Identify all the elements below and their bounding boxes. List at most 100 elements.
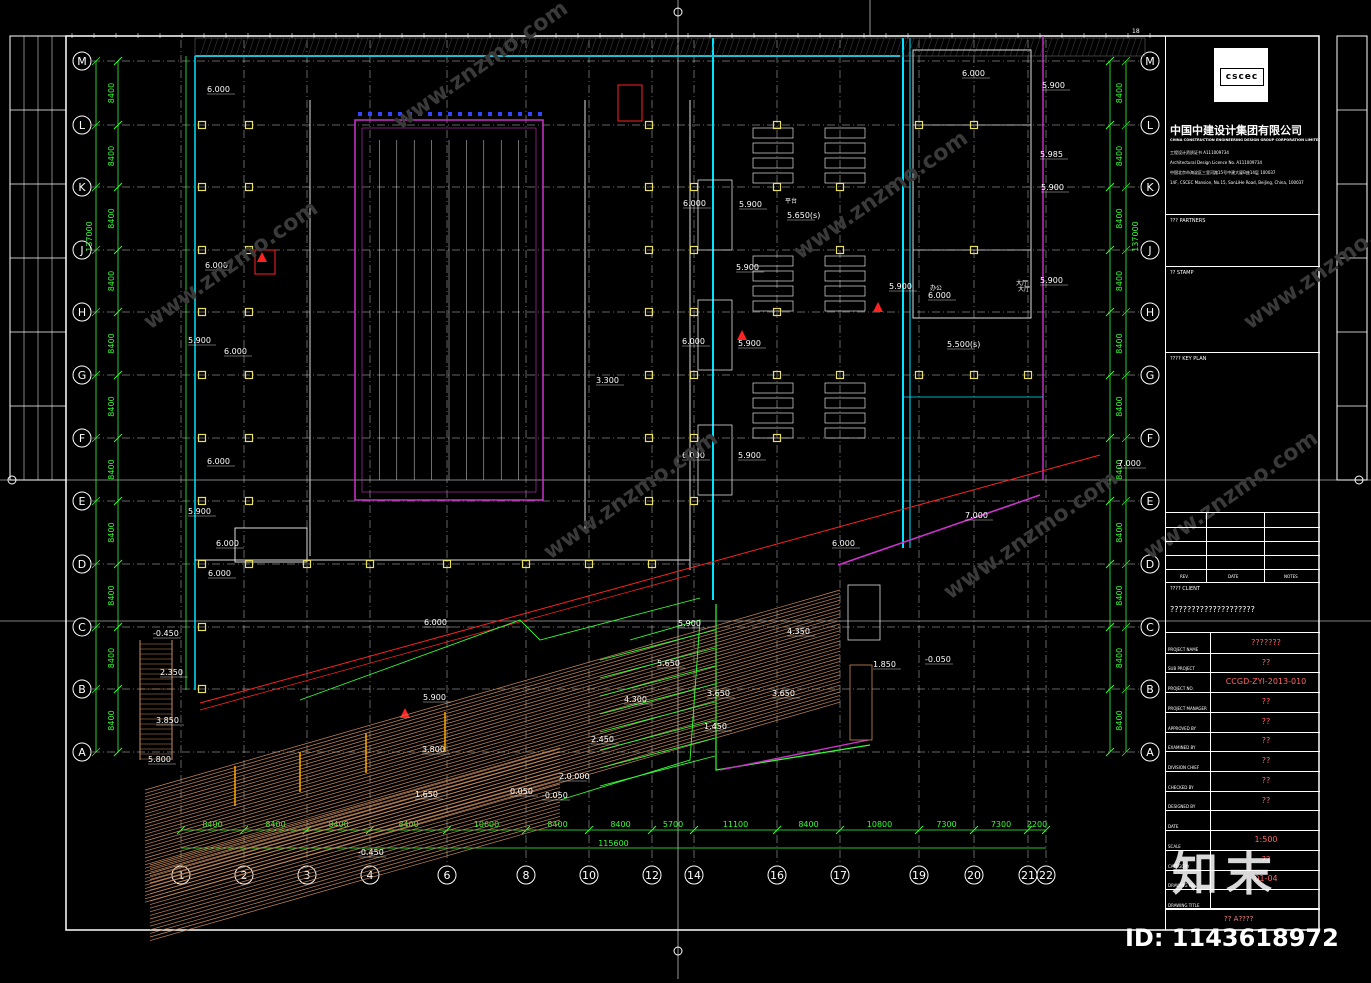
parking-stall [824,172,866,184]
terrace-step [144,627,841,828]
title-block-row-label: SUB PROJECT [1168,666,1195,672]
title-block-row-divider [1210,751,1211,771]
elevation-label: 5.900 [678,619,701,628]
hatch [973,37,981,57]
hatch [811,37,819,57]
title-block-row: APPROVED BY?? [1166,711,1320,733]
grid-label-row: H [78,306,86,319]
title-block-row-label: DIVISION CHIEF [1168,764,1200,770]
parking-stall [752,255,794,267]
hatch [259,37,267,57]
hatch [703,37,711,57]
title-block-row-value: CCGD-ZYI-2013-010 [1225,677,1307,687]
title-block-row-label: DATE [1168,824,1179,830]
grid-label-row: C [1146,621,1154,634]
grid-label-row: J [1147,244,1151,257]
title-block-row: SUB PROJECT?? [1166,652,1320,674]
grid-label-col: 17 [833,869,847,882]
dimension-label: 8400 [107,271,116,291]
title-block-row-label: EXAMINED BY [1168,745,1196,751]
company-name-cn: 中国中建设计集团有限公司 [1170,124,1302,137]
hatch [541,37,549,57]
hatch [457,37,465,57]
hatch [1033,37,1041,57]
licence-line: Architectural Design Licence No. A111009… [1170,160,1263,165]
grid-label-col: 21 [1021,869,1035,882]
grid-label-row: L [79,119,86,132]
hatch [277,37,285,57]
elevation-label: -0.050 [542,791,568,800]
title-block-row-value: ?? [1261,775,1271,785]
hatch [937,37,945,57]
hatch [265,37,273,57]
hatch [1057,37,1065,57]
pool-block [538,112,542,116]
hatch [613,37,621,57]
hatch [787,37,795,57]
hatch [739,37,747,57]
stamp-label: ?? STAMP [1170,270,1194,276]
pool-block [528,112,532,116]
company-name-en: CHINA CONSTRUCTION ENGINEERING DESIGN GR… [1170,138,1320,142]
pool-block [508,112,512,116]
pool-block [358,112,362,116]
hatch [607,37,615,57]
elevation-label: 6.000 [962,69,985,78]
terrace-step [144,637,841,838]
dimension-label: 8400 [1115,710,1124,730]
elevation-label: 3.650 [772,689,795,698]
terrace-step [144,610,841,811]
parking-stall [824,142,866,154]
elevation-label: 5.900 [889,282,912,291]
terrace-step [149,823,561,941]
dimension-label: 7300 [936,820,956,829]
dimension-label: 8400 [107,648,116,668]
hatch [865,37,873,57]
title-block-row-value: ?? [1261,736,1271,746]
grid-label-col: 12 [645,869,659,882]
hatch [679,37,687,57]
elevation-label: 3.850 [156,716,179,725]
entrance-bay [697,299,733,371]
grid-label-row: M [1145,55,1155,68]
elevation-label: 6.000 [208,569,231,578]
grid-label-row: F [79,432,85,445]
licence-line: 14F, CSCEC Mansion, No.15, SanLiHe Road,… [1170,180,1304,185]
title-block-row-divider [1210,692,1211,712]
elevation-label: 5.900 [736,263,759,272]
grid-label-row: K [1146,181,1154,194]
frame-number: 18 [1132,28,1140,35]
dimension-total: 137000 [1131,221,1140,252]
title-block-row-divider [1210,810,1211,831]
terrace-step [144,671,841,872]
title-block-row-value: ?? [1261,756,1271,766]
elevation-label: -0.450 [358,848,384,857]
hatch [1051,37,1059,57]
terrace-step [149,798,561,916]
title-block-row-divider [1210,672,1211,693]
hatch [1111,37,1119,57]
stair-red [617,84,643,122]
hatch [871,37,879,57]
grid-label-col: 16 [770,869,784,882]
elevation-label: 5.800 [148,755,171,764]
title-block-row: DESIGNED BY?? [1166,790,1320,812]
hatch [919,37,927,57]
elevation-label: 5.900 [1041,183,1064,192]
elevation-label: 6.000 [424,618,447,627]
terrace-step [144,674,841,876]
dimension-label: 8400 [107,83,116,103]
hatch [1009,37,1017,57]
hatch [817,37,825,57]
hatch [1117,37,1125,57]
hatch [565,37,573,57]
title-block-row: DATE [1166,810,1320,832]
terrace-step [149,751,561,869]
elevation-label: 5.900 [423,693,446,702]
watermark-site-text: www.znzmo.com [789,126,973,265]
partners-section: ??? PARTNERS [1166,214,1320,267]
title-block-row: DIVISION CHIEF?? [1166,751,1320,772]
hatch [799,37,807,57]
elevation-label: 6.000 [683,199,706,208]
grid-label-col: 10 [582,869,596,882]
